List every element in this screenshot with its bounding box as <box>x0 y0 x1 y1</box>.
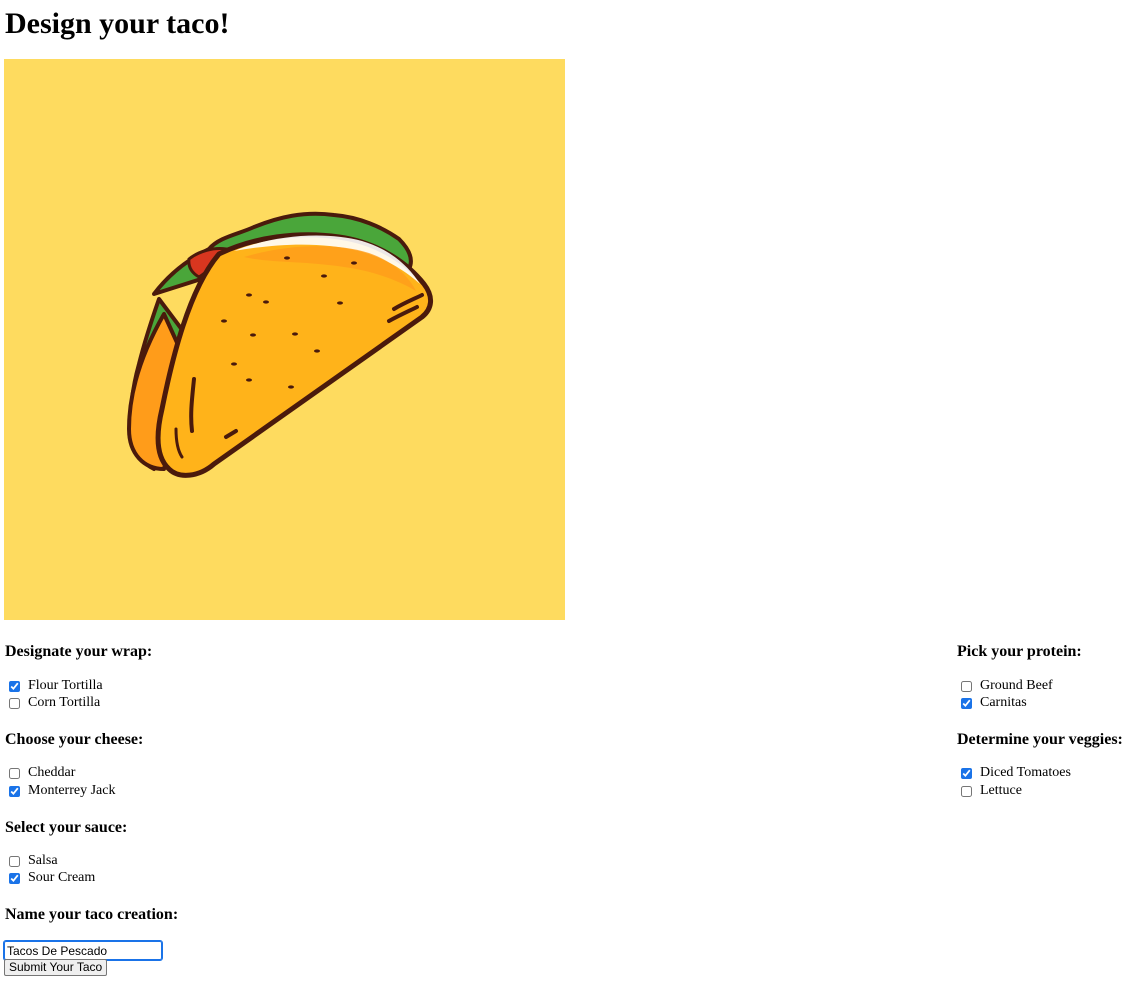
protein-heading: Pick your protein: <box>957 643 1082 660</box>
option-diced-tomatoes[interactable]: Diced Tomatoes <box>957 764 1071 782</box>
option-ground-beef[interactable]: Ground Beef <box>957 677 1053 695</box>
cheddar-checkbox[interactable] <box>9 767 20 779</box>
option-sour-cream[interactable]: Sour Cream <box>5 869 95 887</box>
cheese-section: Choose your cheese: Cheddar Monterrey Ja… <box>5 730 305 800</box>
option-label: Corn Tortilla <box>28 695 101 710</box>
name-heading: Name your taco creation: <box>5 906 179 923</box>
ground-beef-checkbox[interactable] <box>961 680 972 692</box>
option-label: Lettuce <box>980 783 1022 798</box>
veggies-heading: Determine your veggies: <box>957 731 1123 748</box>
option-carnitas[interactable]: Carnitas <box>957 694 1027 712</box>
wrap-section: Designate your wrap: Flour Tortilla Corn… <box>5 642 305 712</box>
option-label: Monterrey Jack <box>28 783 116 798</box>
option-label: Salsa <box>28 853 58 868</box>
option-label: Sour Cream <box>28 870 96 885</box>
carnitas-checkbox[interactable] <box>961 697 972 709</box>
sour-cream-checkbox[interactable] <box>9 872 20 884</box>
taco-illustration-icon <box>127 211 433 478</box>
option-flour-tortilla[interactable]: Flour Tortilla <box>5 677 103 695</box>
option-label: Carnitas <box>980 695 1027 710</box>
option-corn-tortilla[interactable]: Corn Tortilla <box>5 694 100 712</box>
option-label: Diced Tomatoes <box>980 765 1071 780</box>
option-salsa[interactable]: Salsa <box>5 852 58 870</box>
option-monterrey-jack[interactable]: Monterrey Jack <box>5 782 115 800</box>
corn-tortilla-checkbox[interactable] <box>9 697 20 709</box>
submit-taco-button[interactable]: Submit Your Taco <box>4 959 108 976</box>
option-label: Flour Tortilla <box>28 678 103 693</box>
option-cheddar[interactable]: Cheddar <box>5 764 75 782</box>
protein-section: Pick your protein: Ground Beef Carnitas <box>957 642 1137 712</box>
option-label: Cheddar <box>28 765 76 780</box>
veggies-section: Determine your veggies: Diced Tomatoes L… <box>957 730 1137 800</box>
cheese-heading: Choose your cheese: <box>5 731 144 748</box>
sauce-heading: Select your sauce: <box>5 819 128 836</box>
taco-name-input[interactable] <box>3 940 163 961</box>
option-lettuce[interactable]: Lettuce <box>957 782 1022 800</box>
option-label: Ground Beef <box>980 678 1053 693</box>
wrap-heading: Designate your wrap: <box>5 643 153 660</box>
diced-tomatoes-checkbox[interactable] <box>961 767 972 779</box>
salsa-checkbox[interactable] <box>9 855 20 867</box>
sauce-section: Select your sauce: Salsa Sour Cream <box>5 818 305 888</box>
taco-image <box>4 59 565 620</box>
name-section: Name your taco creation: <box>5 905 305 927</box>
monterrey-jack-checkbox[interactable] <box>9 785 20 797</box>
page-title: Design your taco! <box>5 7 230 40</box>
lettuce-checkbox[interactable] <box>961 785 972 797</box>
flour-tortilla-checkbox[interactable] <box>9 680 20 692</box>
